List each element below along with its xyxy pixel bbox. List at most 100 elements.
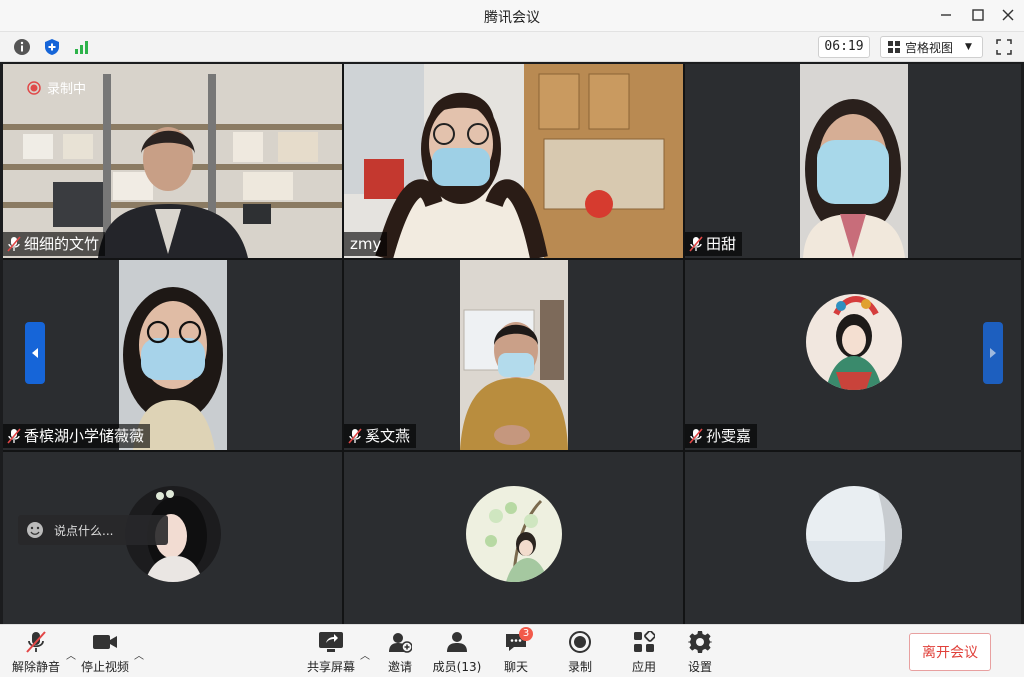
chat-unread-badge: 3 <box>519 627 533 641</box>
close-button[interactable] <box>996 5 1020 25</box>
gear-icon <box>688 631 712 653</box>
share-screen-icon <box>319 632 343 652</box>
chat-placeholder: 说点什么... <box>54 523 114 538</box>
fullscreen-icon <box>996 39 1012 55</box>
participant-name: 田甜 <box>706 235 737 253</box>
previous-page-button[interactable] <box>25 322 45 384</box>
apps-button[interactable]: 应用 <box>628 629 660 675</box>
video-tile[interactable] <box>344 452 683 624</box>
recording-label: 录制中 <box>47 82 87 97</box>
settings-label: 设置 <box>687 660 712 674</box>
chat-button[interactable]: 3 聊天 <box>500 627 533 675</box>
video-options-caret[interactable]: ︿ <box>134 647 144 662</box>
participant-name-tag: 孙雯嘉 <box>685 424 758 448</box>
apps-icon <box>634 631 655 652</box>
control-bar: 解除静音 ︿ 停止视频 ︿ 共享屏幕 ︿ 邀请 成员(13) 3 聊天 录制 应… <box>0 624 1024 677</box>
window-title: 腾讯会议 <box>484 10 540 26</box>
view-mode-label: 宫格视图 <box>905 40 954 55</box>
recording-indicator: 录制中 <box>27 78 86 97</box>
meeting-toolbar: 06:19 宫格视图 ▼ <box>0 32 1024 62</box>
add-user-icon <box>389 633 412 653</box>
participant-name-tag: 田甜 <box>685 232 743 256</box>
participant-name-tag: zmy <box>344 232 388 256</box>
participant-video <box>344 260 683 450</box>
mic-muted-icon <box>348 428 362 444</box>
close-icon <box>1002 9 1014 21</box>
mic-off-icon <box>26 631 46 653</box>
stop-video-button[interactable]: 停止视频 <box>80 629 130 675</box>
leave-meeting-button[interactable]: 离开会议 <box>909 633 991 671</box>
members-label: 成员(13) <box>432 660 482 674</box>
mic-muted-icon <box>689 236 703 252</box>
mic-muted-icon <box>7 428 21 444</box>
grid-view-icon <box>888 41 900 53</box>
info-button[interactable] <box>12 37 32 57</box>
video-tile[interactable]: 田甜 <box>685 64 1021 258</box>
avatar-image <box>466 486 562 582</box>
unmute-button[interactable]: 解除静音 <box>12 629 60 675</box>
share-screen-button[interactable]: 共享屏幕 <box>306 629 356 675</box>
avatar-image <box>806 294 902 390</box>
info-icon <box>14 39 30 55</box>
unmute-label: 解除静音 <box>12 660 61 674</box>
chevron-left-icon <box>32 348 38 358</box>
video-camera-icon <box>93 635 117 649</box>
chat-label: 聊天 <box>503 660 528 674</box>
record-label: 录制 <box>567 660 592 674</box>
fullscreen-button[interactable] <box>994 37 1014 57</box>
participant-avatar <box>466 486 562 582</box>
participant-name-tag: 香槟湖小学储薇薇 <box>3 424 151 448</box>
record-icon <box>569 631 591 653</box>
video-tile[interactable]: 孙雯嘉 <box>685 260 1021 450</box>
minimize-button[interactable] <box>934 5 958 25</box>
record-button[interactable]: 录制 <box>564 629 596 675</box>
participant-avatar <box>806 294 902 390</box>
mic-muted-icon <box>7 236 21 252</box>
chevron-right-icon <box>990 348 996 358</box>
share-screen-label: 共享屏幕 <box>306 660 355 674</box>
audio-options-caret[interactable]: ︿ <box>66 647 76 662</box>
participant-name: zmy <box>350 235 382 253</box>
minimize-icon <box>941 14 951 16</box>
members-icon <box>447 632 467 652</box>
video-tile[interactable]: 奚文燕 <box>344 260 683 450</box>
view-mode-select[interactable]: 宫格视图 ▼ <box>880 36 983 58</box>
video-grid: 录制中 细细的文竹 zmy 田甜 香槟湖小学储薇薇 奚文燕 孙雯嘉 说点什么..… <box>3 64 1021 624</box>
quick-chat-input[interactable]: 说点什么... <box>18 515 168 545</box>
participant-name: 香槟湖小学储薇薇 <box>24 427 145 445</box>
participant-avatar <box>806 486 902 582</box>
stop-video-label: 停止视频 <box>80 660 129 674</box>
network-status-button[interactable] <box>72 37 92 57</box>
maximize-icon <box>972 9 984 21</box>
video-tile[interactable] <box>685 452 1021 624</box>
settings-button[interactable]: 设置 <box>684 629 716 675</box>
record-dot-icon <box>27 80 41 95</box>
participant-name: 细细的文竹 <box>24 235 100 253</box>
chevron-down-icon: ▼ <box>965 42 972 52</box>
next-page-button[interactable] <box>983 322 1003 384</box>
invite-label: 邀请 <box>387 660 412 674</box>
participant-name-tag: 奚文燕 <box>344 424 417 448</box>
video-tile[interactable]: 香槟湖小学储薇薇 <box>3 260 342 450</box>
emoji-icon <box>27 522 43 538</box>
participant-name: 孙雯嘉 <box>706 427 752 445</box>
video-tile[interactable]: 录制中 细细的文竹 <box>3 64 342 258</box>
mic-muted-icon <box>689 428 703 444</box>
share-options-caret[interactable]: ︿ <box>360 647 370 662</box>
participant-video <box>3 260 342 450</box>
invite-button[interactable]: 邀请 <box>384 629 416 675</box>
security-button[interactable] <box>42 37 62 57</box>
avatar-image <box>806 486 902 582</box>
participant-name: 奚文燕 <box>365 427 411 445</box>
video-tile[interactable]: zmy <box>344 64 683 258</box>
apps-label: 应用 <box>631 660 656 674</box>
maximize-button[interactable] <box>966 5 990 25</box>
participant-name-tag: 细细的文竹 <box>3 232 106 256</box>
meeting-timer: 06:19 <box>818 36 870 58</box>
members-button[interactable]: 成员(13) <box>432 629 482 675</box>
participant-video <box>344 64 683 258</box>
shield-icon <box>45 39 59 55</box>
signal-bars-icon <box>75 41 88 54</box>
participant-video <box>685 64 1021 258</box>
title-bar: 腾讯会议 <box>0 0 1024 32</box>
